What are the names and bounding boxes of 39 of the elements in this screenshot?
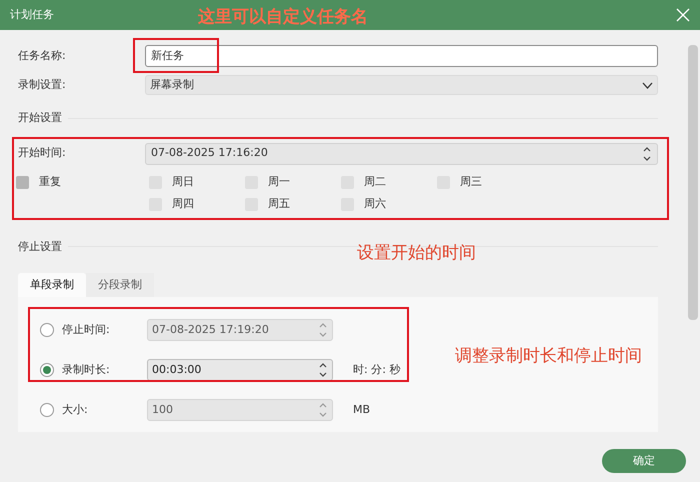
radio-button[interactable] [40, 323, 54, 337]
checkbox-label: 周三 [460, 174, 482, 190]
input-field[interactable]: 新任务 [145, 45, 658, 67]
dropdown[interactable]: 屏幕录制 [145, 75, 658, 95]
tab[interactable]: 分段录制 [86, 273, 154, 297]
radio-button[interactable] [40, 403, 54, 417]
datetime-field[interactable]: 07-08-2025 17:16:20 [145, 142, 658, 164]
input-value: 新任务 [151, 48, 184, 64]
spinner-icon[interactable] [642, 144, 652, 162]
checkbox-label: 周日 [172, 174, 194, 190]
option-label: 停止时间: [61, 322, 111, 338]
annotation-text: 这里可以自定义任务名 [198, 6, 368, 29]
checkbox-label: 周四 [172, 196, 194, 212]
annotation-text: 设置开始的时间 [357, 242, 476, 265]
field-label: 开始时间: [17, 145, 67, 162]
ok-button[interactable]: 确定 [602, 449, 686, 473]
unit-label: MB [353, 402, 370, 418]
option-label: 大小: [61, 402, 89, 418]
scrollbar[interactable] [688, 45, 698, 320]
field-label: 任务名称: [17, 48, 67, 64]
section-title: 停止设置 [17, 238, 62, 254]
checkbox-label: 周一 [268, 174, 290, 190]
input-field[interactable]: 00:03:00 [147, 359, 333, 381]
checkbox-label: 周二 [364, 174, 386, 190]
checkbox-label: 重复 [39, 174, 61, 190]
close-icon[interactable] [676, 8, 690, 22]
checkbox[interactable] [16, 176, 29, 189]
section-title: 开始设置 [17, 110, 62, 126]
window-title: 计划任务 [10, 6, 54, 23]
unit-label: 时: 分: 秒 [353, 362, 400, 378]
option-label: 录制时长: [61, 362, 111, 378]
checkbox-label: 周五 [268, 196, 290, 212]
checkbox-label: 周六 [364, 196, 386, 212]
chevron-down-icon [642, 82, 653, 88]
radio-button[interactable] [40, 363, 54, 377]
field-label: 录制设置: [17, 76, 67, 93]
spinner-icon[interactable] [318, 361, 328, 379]
annotation-text: 调整录制时长和停止时间 [455, 345, 642, 368]
tab[interactable]: 单段录制 [18, 273, 86, 297]
